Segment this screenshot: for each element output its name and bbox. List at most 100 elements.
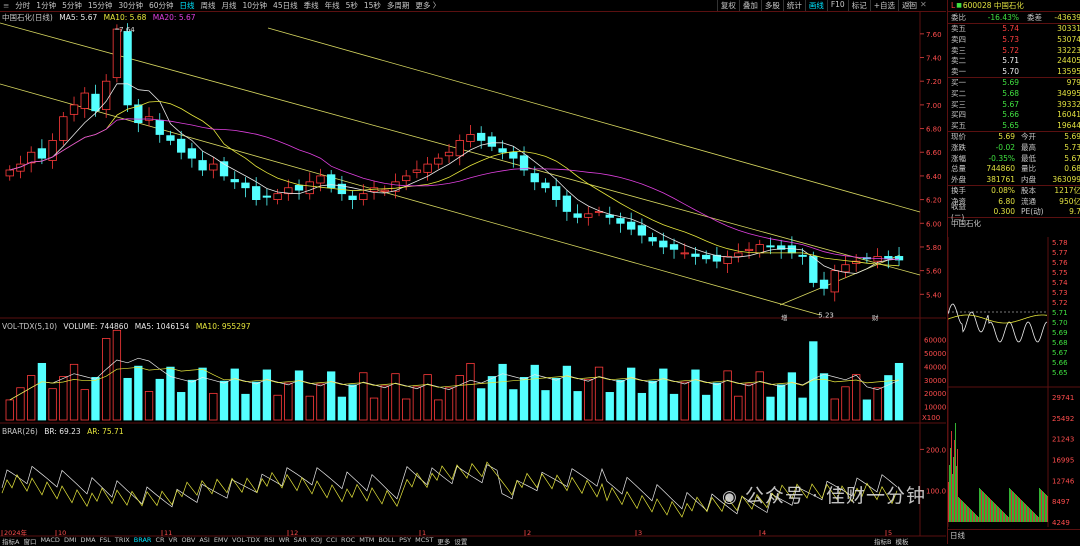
bid-row[interactable]: 买五 5.65 19644 xyxy=(948,120,1080,131)
mini-price-label: 5.70 xyxy=(1052,319,1068,327)
volume-bar xyxy=(841,386,850,421)
volume-bar xyxy=(648,380,657,421)
volume-bar xyxy=(305,395,314,421)
indicator-tab-3[interactable]: DMI xyxy=(62,536,79,546)
bid-row[interactable]: 买一 5.69 979 xyxy=(948,78,1080,89)
indicator-tab-2[interactable]: MACD xyxy=(38,536,61,546)
indicator-tab-24[interactable]: 更多 xyxy=(435,536,452,546)
indicator-tab-7[interactable]: BRAR xyxy=(132,536,154,546)
candle-body xyxy=(466,134,475,142)
ask-row[interactable]: 卖一 5.70 13595 xyxy=(948,66,1080,77)
candle-body xyxy=(112,28,122,79)
indicator-tab-13[interactable]: VOL-TDX xyxy=(230,536,262,546)
bid-row[interactable]: 买二 5.68 34995 xyxy=(948,88,1080,99)
volume-bar xyxy=(862,399,872,421)
volume-bar xyxy=(294,370,304,421)
tab-daily[interactable]: 日线 xyxy=(948,529,1080,544)
indicator-tab-17[interactable]: KDJ xyxy=(309,536,324,546)
wechat-icon: ◉ xyxy=(722,487,738,507)
low-annotation: 5.23 xyxy=(818,311,834,319)
indicator-tab-9[interactable]: VR xyxy=(167,536,180,546)
indicator-tab-21[interactable]: BOLL xyxy=(376,536,397,546)
indicator-tab-5[interactable]: FSL xyxy=(98,536,113,546)
x-label: 4 xyxy=(762,529,766,537)
indicator-tab-10[interactable]: OBV xyxy=(179,536,197,546)
volume-bar xyxy=(562,365,572,421)
candle-body xyxy=(616,218,625,224)
volume-bar xyxy=(894,362,904,421)
volume-bar xyxy=(348,384,357,421)
indicator-tab-22[interactable]: PSY xyxy=(397,536,413,546)
volume-bar xyxy=(5,399,14,421)
indicator-tab-25[interactable]: 设置 xyxy=(452,536,469,546)
candle-body xyxy=(37,148,47,159)
volume-bar xyxy=(412,386,422,421)
volume-bar xyxy=(198,367,207,421)
volume-bar xyxy=(48,388,57,421)
volume-bar xyxy=(819,373,829,421)
indicator-tab-6[interactable]: TRIX xyxy=(113,536,132,546)
indicator-tab-18[interactable]: CCI xyxy=(324,536,339,546)
indicator-tab-8[interactable]: CR xyxy=(153,536,166,546)
volume-bar xyxy=(616,379,625,421)
candle-body xyxy=(744,248,754,251)
candle-body xyxy=(434,157,443,165)
volume-bar xyxy=(541,390,550,421)
candle-body xyxy=(498,148,507,153)
candle-body xyxy=(766,245,775,248)
volume-bar xyxy=(691,369,700,421)
indicator-tab-15[interactable]: WR xyxy=(277,536,292,546)
mini-price-label: 5.74 xyxy=(1052,279,1068,287)
intraday-mini-chart[interactable]: 5.78 5.77 5.76 5.75 5.74 5.73 5.72 5.71 5.70 5.69… xyxy=(948,237,1080,527)
volume-label: X100 xyxy=(922,414,940,422)
candle-body xyxy=(166,135,175,141)
volume-bar xyxy=(391,373,400,421)
indicator-tab-20[interactable]: MTM xyxy=(357,536,376,546)
candle-body xyxy=(380,189,389,192)
indicator-tab-0[interactable]: 指标A xyxy=(0,536,21,546)
mini-price-label: 5.68 xyxy=(1052,339,1068,347)
volume-bar xyxy=(80,389,89,421)
indicator-tab-4[interactable]: DMA xyxy=(78,536,97,546)
volume-bar xyxy=(316,383,325,421)
candle-body xyxy=(669,244,679,250)
indicator-tab-1[interactable]: 窗口 xyxy=(21,536,38,546)
volume-bar xyxy=(755,371,764,421)
volume-bar xyxy=(498,363,507,421)
ask-row[interactable]: 卖二 5.71 24405 xyxy=(948,55,1080,66)
mini-price-label: 5.76 xyxy=(1052,259,1068,267)
indicator-tab-23[interactable]: MCST xyxy=(413,536,435,546)
volume-bar xyxy=(369,397,379,421)
candle-body xyxy=(455,139,464,157)
volume-bar xyxy=(809,341,818,421)
indicator-tab-19[interactable]: ROC xyxy=(339,536,357,546)
bid-row[interactable]: 买三 5.67 39332 xyxy=(948,99,1080,110)
bid-row[interactable]: 买四 5.66 16041 xyxy=(948,109,1080,120)
indicator-tab-11[interactable]: ASI xyxy=(197,536,212,546)
mini-price-label: 5.66 xyxy=(1052,359,1068,367)
volume-bar xyxy=(509,389,518,421)
ask-row[interactable]: 卖五 5.74 30331 xyxy=(948,24,1080,35)
template-tab-0[interactable]: 指标B xyxy=(872,536,893,546)
mini-vol-label: 25492 xyxy=(1052,415,1074,423)
price-label: 6.00 xyxy=(926,220,942,228)
volume-bar xyxy=(177,392,186,421)
mini-price-label: 5.71 xyxy=(1052,309,1068,317)
candle-body xyxy=(209,163,218,171)
candle-body xyxy=(348,195,357,201)
indicator-tab-12[interactable]: EMV xyxy=(212,536,230,546)
kline-chart[interactable]: 7.64 5.23 增 财 7.60 7.40 7.20 7.00 6.80 6.60 6.40 6… xyxy=(0,0,947,537)
ask-row[interactable]: 卖四 5.73 53074 xyxy=(948,34,1080,45)
candle-body xyxy=(134,104,143,124)
volume-bar xyxy=(241,393,250,421)
candle-body xyxy=(27,151,36,164)
ask-row[interactable]: 卖三 5.72 33223 xyxy=(948,45,1080,56)
candle-body xyxy=(552,186,561,201)
template-tab-1[interactable]: 模板 xyxy=(893,536,910,546)
indicator-tab-14[interactable]: RSI xyxy=(262,536,277,546)
indicator-tab-16[interactable]: SAR xyxy=(292,536,309,546)
candle-body xyxy=(691,253,700,257)
volume-bar xyxy=(455,375,464,421)
flag-icon: ■ xyxy=(956,2,962,9)
volume-bar xyxy=(519,377,529,421)
